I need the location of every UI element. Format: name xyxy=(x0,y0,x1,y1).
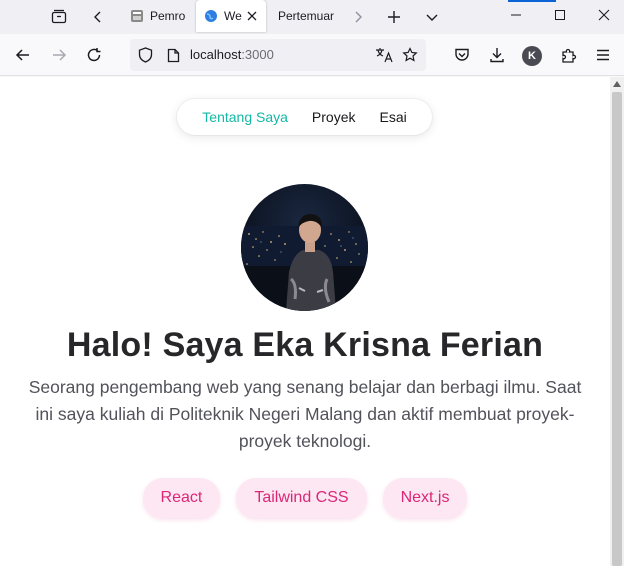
nav-link-proyek[interactable]: Proyek xyxy=(312,109,356,125)
page-viewport: Tentang Saya Proyek Esai Halo! Saya Eka … xyxy=(0,77,610,566)
hero-title: Halo! Saya Eka Krisna Ferian xyxy=(66,326,544,364)
vertical-scrollbar[interactable] xyxy=(610,77,624,566)
tag-tailwind-css[interactable]: Tailwind CSS xyxy=(236,478,367,518)
list-all-tabs-icon[interactable] xyxy=(418,3,446,31)
tab-bar: Pemro We Pertemuar xyxy=(0,0,624,34)
nav-link-esai[interactable]: Esai xyxy=(379,109,406,125)
skill-tags: React Tailwind CSS Next.js xyxy=(0,478,610,518)
address-bar[interactable]: localhost:3000 xyxy=(130,39,426,71)
account-avatar[interactable]: K xyxy=(522,46,542,66)
downloads-icon[interactable] xyxy=(483,41,511,69)
minimize-window-icon[interactable] xyxy=(494,0,538,30)
tab-website-active[interactable]: We xyxy=(196,0,266,32)
bookmark-star-icon[interactable] xyxy=(400,46,420,64)
profile-photo xyxy=(241,184,368,311)
url-host: localhost xyxy=(190,47,242,62)
close-window-icon[interactable] xyxy=(582,0,624,30)
tab-pertemuan[interactable]: Pertemuar xyxy=(270,0,340,32)
tab-pemrograman[interactable]: Pemro xyxy=(122,0,192,32)
hero-description: Seorang pengembang web yang senang belaj… xyxy=(28,377,582,451)
globe-favicon-icon xyxy=(205,10,217,22)
shield-icon[interactable] xyxy=(136,46,154,64)
url-text[interactable]: localhost:3000 xyxy=(190,39,274,71)
tab-label: Pemro xyxy=(150,9,186,23)
pocket-icon[interactable] xyxy=(448,41,476,69)
new-tab-icon[interactable] xyxy=(380,3,408,31)
forward-arrow-icon[interactable] xyxy=(45,41,73,69)
scroll-tabs-right-icon[interactable] xyxy=(344,3,372,31)
tag-react[interactable]: React xyxy=(142,478,221,518)
scroll-up-arrow-icon[interactable] xyxy=(610,77,624,91)
tab-overview-icon[interactable] xyxy=(45,3,73,31)
site-navigation: Tentang Saya Proyek Esai xyxy=(177,99,432,135)
url-port: :3000 xyxy=(241,47,274,62)
reload-icon[interactable] xyxy=(80,41,108,69)
tag-nextjs[interactable]: Next.js xyxy=(382,478,468,518)
close-tab-icon[interactable] xyxy=(244,8,260,24)
tab-label: Pertemuar xyxy=(278,9,335,23)
tab-label: We xyxy=(224,9,242,23)
translate-icon[interactable] xyxy=(374,46,394,64)
page-favicon-icon xyxy=(131,10,143,22)
menu-hamburger-icon[interactable] xyxy=(589,41,617,69)
scrollbar-thumb[interactable] xyxy=(612,92,622,566)
scroll-tabs-left-icon[interactable] xyxy=(84,3,112,31)
nav-link-tentang-saya[interactable]: Tentang Saya xyxy=(202,109,288,125)
extensions-icon[interactable] xyxy=(555,41,583,69)
back-arrow-icon[interactable] xyxy=(9,41,37,69)
page-info-icon[interactable] xyxy=(164,46,182,64)
maximize-window-icon[interactable] xyxy=(538,0,582,30)
